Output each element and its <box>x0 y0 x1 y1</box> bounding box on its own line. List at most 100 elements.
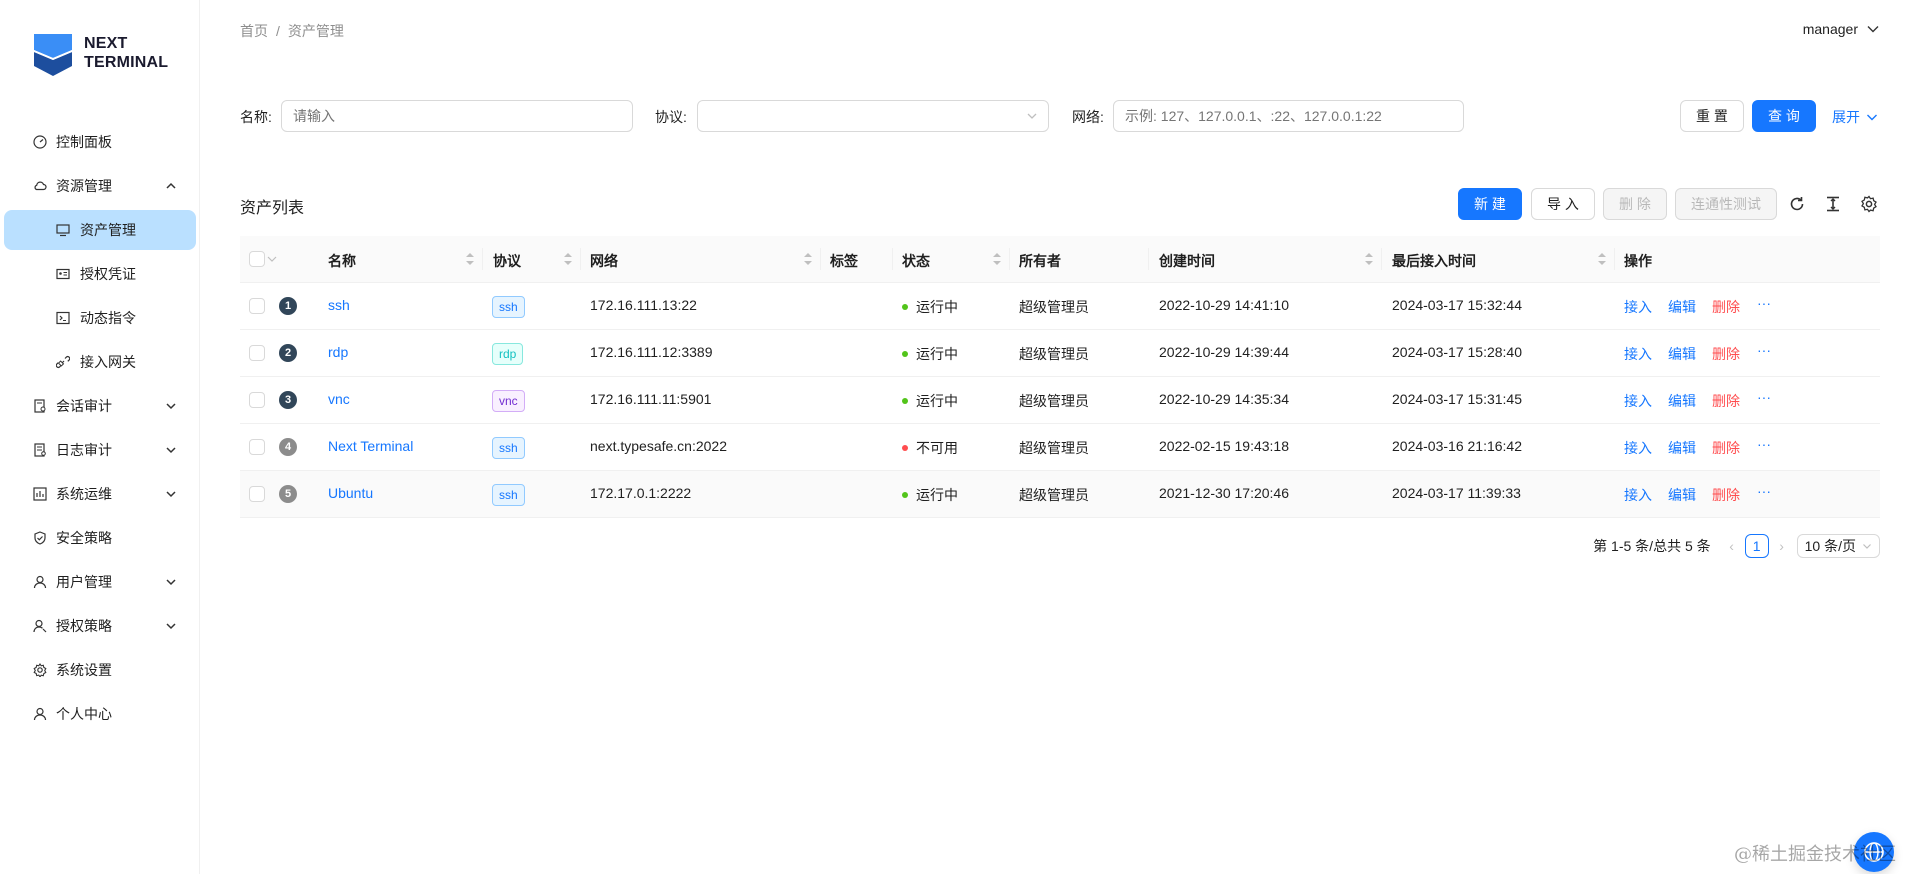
breadcrumb-home[interactable]: 首页 <box>240 23 268 39</box>
column-header-status[interactable]: 状态 <box>902 251 930 271</box>
sort-icon[interactable] <box>563 251 573 267</box>
column-header-name[interactable]: 名称 <box>328 251 356 271</box>
sort-icon[interactable] <box>1364 251 1374 267</box>
delete-link[interactable]: 删除 <box>1712 485 1740 505</box>
asset-name-link[interactable]: vnc <box>328 391 350 407</box>
sidebar-item-resources[interactable]: 资源管理 <box>4 166 196 206</box>
sidebar-item-log-audit[interactable]: 日志审计 <box>4 430 196 470</box>
name-input[interactable] <box>281 100 633 132</box>
more-icon[interactable]: ··· <box>1757 295 1771 311</box>
sidebar-item-commands[interactable]: 动态指令 <box>4 298 196 338</box>
edit-link[interactable]: 编辑 <box>1668 391 1696 411</box>
expand-toggle[interactable]: 展开 <box>1832 107 1878 127</box>
delete-link[interactable]: 删除 <box>1712 297 1740 317</box>
delete-link[interactable]: 删除 <box>1712 438 1740 458</box>
page-number[interactable]: 1 <box>1744 534 1769 558</box>
sort-icon[interactable] <box>1597 251 1607 267</box>
row-index-badge: 5 <box>279 485 297 503</box>
status-cell: 运行中 <box>902 485 958 505</box>
chevron-down-icon[interactable] <box>267 255 277 263</box>
connect-link[interactable]: 接入 <box>1624 438 1652 458</box>
owner-cell: 超级管理员 <box>1019 393 1089 409</box>
status-dot <box>902 351 908 358</box>
protocol-select[interactable] <box>697 100 1049 132</box>
edit-link[interactable]: 编辑 <box>1668 438 1696 458</box>
filter-sort-icon[interactable] <box>992 251 1002 267</box>
query-button[interactable]: 查 询 <box>1752 100 1816 132</box>
connect-link[interactable]: 接入 <box>1624 485 1652 505</box>
column-header-last-access[interactable]: 最后接入时间 <box>1392 251 1476 271</box>
sort-icon[interactable] <box>803 251 813 267</box>
reset-button[interactable]: 重 置 <box>1680 100 1744 132</box>
asset-name-link[interactable]: ssh <box>328 297 350 313</box>
row-checkbox[interactable] <box>249 439 265 455</box>
chevron-down-icon <box>1863 544 1871 549</box>
network-cell: 172.16.111.13:22 <box>590 297 697 313</box>
row-checkbox[interactable] <box>249 345 265 361</box>
more-icon[interactable]: ··· <box>1757 483 1771 499</box>
page-size-select[interactable]: 10 条/页 <box>1796 534 1880 558</box>
name-label: 名称: <box>240 109 272 125</box>
edit-link[interactable]: 编辑 <box>1668 344 1696 364</box>
connect-link[interactable]: 接入 <box>1624 344 1652 364</box>
batch-delete-button[interactable]: 删 除 <box>1603 188 1667 220</box>
more-icon[interactable]: ··· <box>1757 436 1771 452</box>
sidebar-item-ops[interactable]: 系统运维 <box>4 474 196 514</box>
sidebar-item-settings[interactable]: 系统设置 <box>4 650 196 690</box>
sidebar-item-users[interactable]: 用户管理 <box>4 562 196 602</box>
more-icon[interactable]: ··· <box>1757 389 1771 405</box>
delete-link[interactable]: 删除 <box>1712 391 1740 411</box>
row-checkbox[interactable] <box>249 392 265 408</box>
connectivity-test-button[interactable]: 连通性测试 <box>1675 188 1777 220</box>
sidebar-item-security[interactable]: 安全策略 <box>4 518 196 558</box>
sidebar-item-credentials[interactable]: 授权凭证 <box>4 254 196 294</box>
log-icon <box>32 442 48 458</box>
column-header-protocol[interactable]: 协议 <box>493 251 521 271</box>
link-icon <box>56 355 70 369</box>
network-cell: 172.16.111.11:5901 <box>590 391 712 407</box>
more-icon[interactable]: ··· <box>1757 342 1771 358</box>
chevron-down-icon <box>166 579 176 586</box>
user-icon <box>32 574 48 590</box>
sidebar-item-label: 安全策略 <box>56 530 112 546</box>
delete-link[interactable]: 删除 <box>1712 344 1740 364</box>
connect-link[interactable]: 接入 <box>1624 391 1652 411</box>
logo-icon <box>32 30 74 76</box>
sidebar-item-label: 个人中心 <box>56 706 112 722</box>
sidebar-item-dashboard[interactable]: 控制面板 <box>4 122 196 162</box>
cloud-icon <box>32 178 48 194</box>
chevron-right-icon[interactable]: › <box>1775 538 1789 554</box>
network-input[interactable] <box>1113 100 1464 132</box>
asset-name-link[interactable]: rdp <box>328 344 348 360</box>
logo[interactable]: NEXT TERMINAL <box>32 30 168 76</box>
settings-icon[interactable] <box>1860 195 1878 213</box>
import-button[interactable]: 导 入 <box>1531 188 1595 220</box>
chevron-left-icon[interactable]: ‹ <box>1725 538 1739 554</box>
sidebar-item-authorization[interactable]: 授权策略 <box>4 606 196 646</box>
sidebar-item-session-audit[interactable]: 会话审计 <box>4 386 196 426</box>
user-menu[interactable]: manager <box>1803 21 1880 37</box>
sidebar-item-gateways[interactable]: 接入网关 <box>4 342 196 382</box>
table-row: 2 rdp rdp 172.16.111.12:3389 运行中 超级管理员 2… <box>240 330 1880 377</box>
row-checkbox[interactable] <box>249 298 265 314</box>
new-button[interactable]: 新 建 <box>1458 188 1522 220</box>
row-checkbox[interactable] <box>249 486 265 502</box>
column-height-icon[interactable] <box>1824 195 1842 213</box>
row-index-badge: 1 <box>279 297 297 315</box>
chevron-down-icon <box>1867 114 1877 121</box>
owner-cell: 超级管理员 <box>1019 440 1089 456</box>
network-cell: next.typesafe.cn:2022 <box>590 438 727 454</box>
sidebar-item-profile[interactable]: 个人中心 <box>4 694 196 734</box>
sort-icon[interactable] <box>465 251 475 267</box>
edit-link[interactable]: 编辑 <box>1668 297 1696 317</box>
reload-icon[interactable] <box>1788 195 1806 213</box>
asset-name-link[interactable]: Ubuntu <box>328 485 373 501</box>
connect-link[interactable]: 接入 <box>1624 297 1652 317</box>
edit-link[interactable]: 编辑 <box>1668 485 1696 505</box>
column-header-created[interactable]: 创建时间 <box>1159 251 1215 271</box>
sidebar-item-assets[interactable]: 资产管理 <box>4 210 196 250</box>
column-header-network[interactable]: 网络 <box>590 251 618 271</box>
select-all-checkbox[interactable] <box>249 251 265 267</box>
column-divider <box>1148 248 1149 270</box>
asset-name-link[interactable]: Next Terminal <box>328 438 413 454</box>
